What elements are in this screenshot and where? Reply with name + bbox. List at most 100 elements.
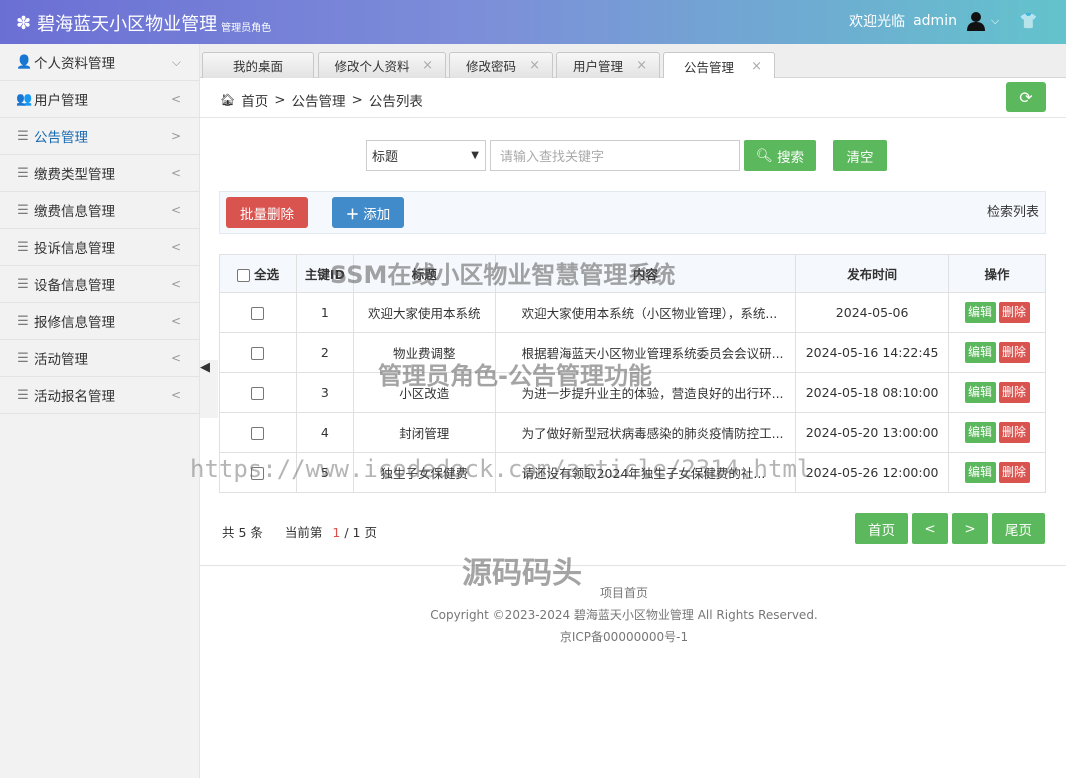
chevron-left-icon: <	[170, 203, 181, 217]
search-input[interactable]: 请输入查找关键字	[490, 140, 740, 171]
row-time: 2024-05-20 13:00:00	[795, 412, 950, 453]
close-icon[interactable]: ×	[529, 58, 540, 73]
avatar-icon[interactable]	[965, 10, 987, 32]
pagination: 首页 < > 尾页	[855, 513, 1045, 544]
select-all-label: 全选	[254, 267, 280, 282]
watermark-subtitle: 管理员角色-公告管理功能	[378, 362, 652, 390]
chevron-down-icon: ▼	[471, 150, 479, 161]
delete-button[interactable]: 删除	[998, 462, 1030, 483]
tab-change-password[interactable]: 修改密码 ×	[449, 52, 553, 78]
username[interactable]: admin	[913, 13, 957, 29]
batch-delete-button[interactable]: 批量删除	[226, 197, 308, 228]
close-icon[interactable]: ×	[751, 59, 762, 74]
tab-edit-profile[interactable]: 修改个人资料 ×	[318, 52, 446, 78]
footer-divider	[200, 565, 1066, 566]
tab-user-management[interactable]: 用户管理 ×	[556, 52, 660, 78]
row-checkbox[interactable]	[251, 427, 265, 440]
last-page-button[interactable]: 尾页	[992, 513, 1045, 544]
add-button-label: 添加	[363, 206, 391, 223]
sidebar-item-repairs[interactable]: ☰ 报修信息管理 <	[0, 303, 199, 340]
current-page-prefix: 当前第	[284, 525, 323, 540]
current-page-number: 1	[332, 525, 341, 540]
tab-notice-management[interactable]: 公告管理 ×	[663, 52, 775, 79]
add-button[interactable]: ＋ 添加	[332, 197, 404, 228]
sidebar-item-notices[interactable]: ☰ 公告管理 >	[0, 118, 199, 155]
row-checkbox[interactable]	[251, 347, 265, 360]
time-header: 发布时间	[795, 254, 950, 293]
delete-button[interactable]: 删除	[998, 342, 1030, 363]
list-icon: ☰	[17, 239, 29, 255]
close-icon[interactable]: ×	[422, 58, 433, 73]
sidebar-item-devices[interactable]: ☰ 设备信息管理 <	[0, 266, 199, 303]
app-logo[interactable]: ✽ 碧海蓝天小区物业管理 管理员角色	[16, 10, 271, 36]
delete-button[interactable]: 删除	[998, 422, 1030, 443]
current-page-suffix: / 1 页	[344, 525, 377, 540]
footer-home-link[interactable]: 项目首页	[200, 582, 1048, 604]
caret-left-icon: ◀	[200, 360, 210, 375]
edit-button[interactable]: 编辑	[964, 422, 996, 443]
chevron-down-icon: ⌵	[171, 54, 181, 69]
row-id: 3	[295, 372, 354, 413]
pagination-info: 共 5 条 当前第 1 / 1 页	[222, 522, 377, 541]
row-time: 2024-05-18 08:10:00	[795, 372, 950, 413]
row-checkbox[interactable]	[251, 387, 265, 400]
sidebar-item-users[interactable]: 👥 用户管理 <	[0, 81, 199, 118]
sidebar-item-profile[interactable]: 👤 个人资料管理 ⌵	[0, 44, 199, 81]
delete-button[interactable]: 删除	[998, 302, 1030, 323]
chevron-down-icon[interactable]: ⌵	[991, 14, 999, 28]
sidebar-collapse-handle[interactable]: ◀	[200, 360, 218, 418]
chevron-left-icon: <	[170, 240, 181, 254]
sidebar-item-complaints[interactable]: ☰ 投诉信息管理 <	[0, 229, 199, 266]
breadcrumb-home[interactable]: 首页	[241, 90, 268, 110]
sidebar-item-label: 投诉信息管理	[34, 241, 115, 257]
sidebar-item-activities[interactable]: ☰ 活动管理 <	[0, 340, 199, 377]
sidebar-item-label: 活动管理	[34, 352, 88, 368]
welcome-text: 欢迎光临	[849, 14, 906, 30]
sidebar-item-activity-signups[interactable]: ☰ 活动报名管理 <	[0, 377, 199, 414]
breadcrumb-separator: >	[274, 92, 286, 108]
chevron-left-icon: <	[170, 351, 181, 365]
table-row: 4 封闭管理 为了做好新型冠状病毒感染的肺炎疫情防控工... 2024-05-2…	[219, 412, 1046, 453]
select-all-checkbox[interactable]	[236, 269, 250, 282]
row-ops: 编辑 删除	[948, 372, 1046, 413]
close-icon[interactable]: ×	[636, 58, 647, 73]
row-ops: 编辑 删除	[948, 292, 1046, 333]
row-ops: 编辑 删除	[948, 452, 1046, 493]
refresh-button[interactable]: ⟳	[1006, 82, 1046, 112]
next-page-button[interactable]: >	[952, 513, 988, 544]
list-icon: ☰	[17, 276, 29, 292]
prev-page-button[interactable]: <	[912, 513, 948, 544]
breadcrumb-section[interactable]: 公告管理	[292, 90, 346, 110]
row-content: 为了做好新型冠状病毒感染的肺炎疫情防控工...	[494, 412, 797, 453]
sidebar-item-fee-info[interactable]: ☰ 缴费信息管理 <	[0, 192, 199, 229]
sidebar-item-fee-types[interactable]: ☰ 缴费类型管理 <	[0, 155, 199, 192]
search-icon: 🔍︎	[755, 147, 774, 164]
refresh-icon: ⟳	[1019, 87, 1033, 107]
row-checkbox[interactable]	[251, 307, 265, 320]
tab-desktop[interactable]: 我的桌面	[202, 52, 314, 78]
row-select-cell	[219, 292, 297, 333]
first-page-button[interactable]: 首页	[855, 513, 908, 544]
sidebar: 👤 个人资料管理 ⌵ 👥 用户管理 < ☰ 公告管理 > ☰ 缴费类型管理 < …	[0, 44, 200, 778]
tab-label: 公告管理	[683, 59, 734, 75]
sidebar-item-label: 缴费信息管理	[34, 204, 115, 220]
clear-button[interactable]: 清空	[833, 140, 887, 171]
edit-button[interactable]: 编辑	[964, 302, 996, 323]
top-header: ✽ 碧海蓝天小区物业管理 管理员角色 欢迎光临 admin ⌵ 👕	[0, 0, 1066, 44]
delete-button[interactable]: 删除	[998, 382, 1030, 403]
row-ops: 编辑 删除	[948, 332, 1046, 373]
edit-button[interactable]: 编辑	[964, 462, 996, 483]
user-area: 欢迎光临 admin ⌵ 👕	[849, 10, 1038, 32]
theme-shirt-icon[interactable]: 👕	[1019, 12, 1038, 30]
edit-button[interactable]: 编辑	[964, 382, 996, 403]
edit-button[interactable]: 编辑	[964, 342, 996, 363]
footer-copyright: Copyright ©2023-2024 碧海蓝天小区物业管理 All Righ…	[430, 608, 818, 622]
role-label: 管理员角色	[221, 22, 272, 34]
select-all-header[interactable]: 全选	[219, 254, 297, 293]
row-title: 欢迎大家使用本系统	[352, 292, 496, 333]
tab-label: 我的桌面	[232, 59, 283, 74]
search-field-select[interactable]: 标题 ▼	[366, 140, 486, 171]
row-time: 2024-05-26 12:00:00	[795, 452, 950, 493]
row-select-cell	[219, 332, 297, 373]
search-button[interactable]: 🔍︎ 搜索	[744, 140, 816, 171]
